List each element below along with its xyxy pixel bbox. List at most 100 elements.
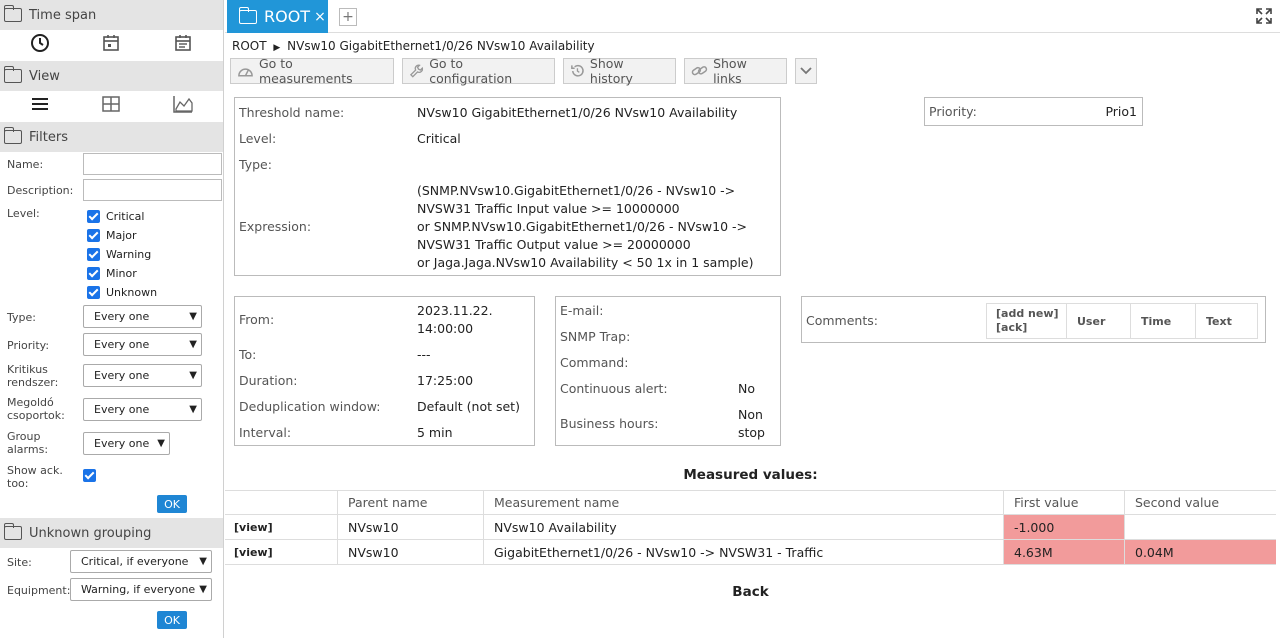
unknown-grouping-title: Unknown grouping [29,525,152,541]
chevron-down-icon: ▼ [199,556,207,567]
comments-box: Comments: [add new] [ack] User Time Text [801,296,1266,343]
checkbox-checked-icon[interactable] [87,229,100,242]
close-icon[interactable]: × [314,9,326,25]
first-value-cell: 4.63M [1004,540,1125,564]
go-to-configuration-button[interactable]: Go to configuration [402,56,555,86]
level-value: Critical [417,131,461,146]
level-minor[interactable]: Minor [87,264,157,283]
header-parent-name: Parent name [338,491,484,514]
checkbox-checked-icon[interactable] [87,267,100,280]
go-to-measurements-button[interactable]: Go to measurements [230,56,394,86]
chevron-down-icon [800,67,812,75]
breadcrumb-item: NVsw10 GigabitEthernet1/0/26 NVsw10 Avai… [287,39,595,53]
breadcrumb-root[interactable]: ROOT [232,39,267,53]
checkbox-checked-icon[interactable] [87,286,100,299]
from-label: From: [239,312,275,327]
time-span-icons [0,28,223,58]
to-label: To: [239,347,257,362]
priority-select[interactable]: Every one ▼ [83,333,202,356]
view-header[interactable]: View [0,61,223,91]
history-icon [571,64,584,77]
comments-user-header: User [1066,303,1131,339]
comments-label: Comments: [806,313,878,328]
expand-icon[interactable] [1256,8,1272,27]
group-alarms-select[interactable]: Every one ▼ [83,432,170,455]
view-link[interactable]: [view] [225,540,338,564]
grid-icon[interactable] [101,94,121,114]
level-warning[interactable]: Warning [87,245,157,264]
add-tab-button[interactable]: + [339,8,357,26]
comments-actions-header: [add new] [ack] [986,303,1067,339]
measured-values-table: Parent name Measurement name First value… [225,490,1276,565]
sidebar: Time span View Filters Name: Description… [0,0,224,638]
second-value-cell: 0.04M [1125,540,1276,564]
site-select[interactable]: Critical, if everyone ▼ [70,550,212,573]
expression-label: Expression: [239,219,312,234]
priority-value: Prio1 [1105,104,1137,119]
second-value-cell [1125,515,1276,539]
measured-values-title: Measured values: [683,467,818,483]
show-ack-label: Show ack. too: [7,464,63,490]
back-link[interactable]: Back [225,584,1276,600]
filters-header[interactable]: Filters [0,122,223,152]
filters-ok-button[interactable]: OK [157,495,187,513]
time-span-header[interactable]: Time span [0,0,223,30]
priority-box: Priority: Prio1 [924,97,1143,126]
type-label: Type: [7,311,36,324]
tab-root-label: ROOT [264,7,311,26]
table-row: [view] NVsw10 GigabitEthernet1/0/26 - NV… [225,540,1276,565]
level-label: Level: [239,131,277,146]
description-input[interactable] [83,179,222,201]
show-history-button[interactable]: Show history [563,56,676,86]
grouping-ok-button[interactable]: OK [157,611,187,629]
view-link[interactable]: [view] [225,515,338,539]
interval-label: Interval: [239,425,292,440]
add-new-comment-link[interactable]: [add new] [996,307,1059,321]
calendar-range-icon[interactable] [173,33,193,53]
chevron-down-icon: ▼ [189,311,197,322]
megoldo-select[interactable]: Every one ▼ [83,398,202,421]
tab-root[interactable]: ROOT × [227,0,328,33]
to-value: --- [417,347,431,362]
level-unknown[interactable]: Unknown [87,283,157,302]
expression-value: (SNMP.NVsw10.GigabitEthernet1/0/26 - NVs… [417,183,754,270]
threshold-details-box: Threshold name: NVsw10 GigabitEthernet1/… [234,97,781,276]
level-critical[interactable]: Critical [87,207,157,226]
calendar-icon[interactable] [101,33,121,53]
type-label: Type: [239,157,272,172]
type-select[interactable]: Every one ▼ [83,305,202,328]
clock-icon[interactable] [30,33,50,53]
chart-icon[interactable] [172,94,194,114]
equipment-select[interactable]: Warning, if everyone ▼ [70,578,212,601]
ack-link[interactable]: [ack] [996,321,1027,335]
list-icon[interactable] [30,94,50,114]
show-ack-checkbox[interactable] [83,469,96,482]
priority-label: Priority: [929,104,977,119]
checkbox-checked-icon[interactable] [87,210,100,223]
breadcrumb: ROOT ▶ NVsw10 GigabitEthernet1/0/26 NVsw… [232,39,595,53]
level-major[interactable]: Major [87,226,157,245]
header-first-value: First value [1004,491,1125,514]
duration-value: 17:25:00 [417,373,474,388]
kritikus-label: Kritikus rendszer: [7,363,59,389]
priority-label: Priority: [7,339,50,352]
name-input[interactable] [83,153,222,175]
unknown-grouping-header[interactable]: Unknown grouping [0,518,223,548]
chevron-down-icon: ▼ [189,370,197,381]
duration-label: Duration: [239,373,298,388]
comments-table: [add new] [ack] User Time Text [986,303,1258,339]
more-dropdown-button[interactable] [795,58,817,84]
gauge-icon [238,68,253,77]
threshold-name-value: NVsw10 GigabitEthernet1/0/26 NVsw10 Avai… [417,105,738,120]
time-span-title: Time span [29,7,97,23]
kritikus-select[interactable]: Every one ▼ [83,364,202,387]
continuous-alert-value: No [738,381,755,396]
parent-name-cell: NVsw10 [338,540,484,564]
chevron-down-icon: ▼ [189,404,197,415]
folder-icon [3,5,22,22]
tab-bar: ROOT × + [225,0,1280,33]
checkbox-checked-icon[interactable] [87,248,100,261]
show-links-button[interactable]: Show links [684,56,787,86]
folder-icon [3,523,22,540]
megoldo-label: Megoldó csoportok: [7,396,65,422]
